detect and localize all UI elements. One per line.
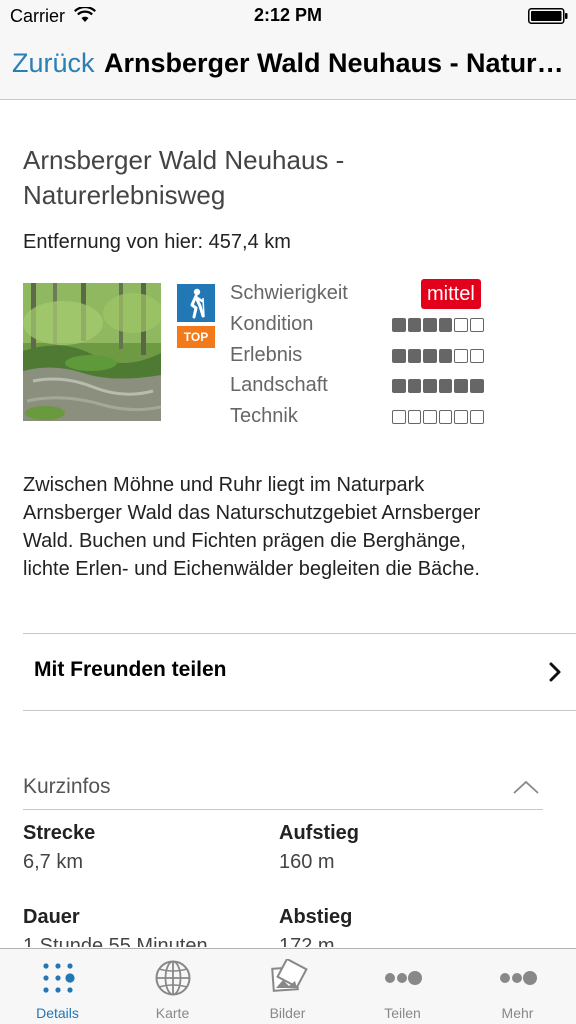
abstieg-value: 172 m: [279, 935, 335, 947]
difficulty-label: Schwierigkeit: [230, 282, 348, 304]
strecke-label: Strecke: [23, 822, 96, 844]
hiker-icon: [177, 284, 215, 322]
meter-segment: [407, 349, 422, 363]
meter-segment: [469, 410, 484, 424]
status-time: 2:12 PM: [253, 5, 323, 25]
meter-segment: [392, 379, 406, 393]
tab-bar: Details Karte Bilder Teilen Mehr: [0, 948, 576, 1024]
kurzinfos-title: Kurzinfos: [23, 775, 111, 798]
abstieg-label: Abstieg: [279, 906, 353, 928]
status-bar: Carrier 2:12 PM: [0, 0, 576, 32]
tab-label: Details: [36, 1005, 79, 1021]
more-dots-icon: [500, 971, 537, 985]
meter-segment: [454, 349, 468, 363]
difficulty-badge: mittel: [421, 279, 481, 309]
meter-segment: [438, 410, 453, 424]
meter-segment: [423, 379, 437, 393]
rating-label-kondition: Kondition: [230, 313, 314, 335]
meter-segment: [454, 379, 468, 393]
description-line: Zwischen Möhne und Ruhr liegt im Naturpa…: [23, 474, 425, 496]
rating-meter-landschaft: [392, 379, 484, 393]
tour-description: Zwischen Möhne und Ruhr liegt im Naturpa…: [23, 471, 553, 583]
meter-segment: [392, 318, 406, 332]
meter-segment: [423, 318, 437, 332]
rating-label-technik: Technik: [230, 405, 298, 427]
aufstieg-value: 160 m: [279, 851, 335, 873]
meter-segment: [407, 410, 422, 424]
tab-label: Teilen: [384, 1005, 421, 1021]
top-badge: TOP: [177, 326, 215, 348]
description-line: Arnsberger Wald das Naturschutzgebiet Ar…: [23, 502, 481, 524]
dots-grid-icon: [43, 963, 75, 993]
meter-segment: [392, 410, 406, 424]
forest-stream-photo: [23, 283, 161, 421]
nav-title: Arnsberger Wald Neuhaus - Naturer...: [104, 48, 566, 78]
strecke-value: 6,7 km: [23, 851, 84, 873]
tab-karte[interactable]: Karte: [115, 949, 230, 1024]
globe-icon: [155, 960, 191, 996]
meter-segment: [469, 349, 484, 363]
dauer-label: Dauer: [23, 906, 80, 928]
tab-bilder[interactable]: Bilder: [230, 949, 345, 1024]
divider: [23, 809, 543, 810]
rating-meter-technik: [392, 410, 484, 424]
rating-label-erlebnis: Erlebnis: [230, 344, 303, 366]
description-line: Wald. Buchen und Fichten prägen die Berg…: [23, 530, 466, 552]
dauer-value: 1 Stunde 55 Minuten: [23, 935, 208, 947]
tour-details-content[interactable]: Arnsberger Wald Neuhaus - Naturerlebnisw…: [0, 101, 576, 947]
tab-details[interactable]: Details: [0, 949, 115, 1024]
share-label: Mit Freunden teilen: [34, 658, 227, 681]
back-button[interactable]: Zurück: [12, 48, 95, 79]
navigation-bar: Zurück Arnsberger Wald Neuhaus - Naturer…: [0, 32, 576, 100]
meter-segment: [407, 379, 422, 393]
tab-label: Mehr: [501, 1005, 534, 1021]
meter-segment: [423, 410, 437, 424]
chevron-right-icon: [549, 662, 561, 682]
meter-segment: [438, 318, 453, 332]
tab-mehr[interactable]: Mehr: [460, 949, 575, 1024]
meter-segment: [454, 318, 468, 332]
battery-icon: [528, 8, 568, 24]
distance-text: Entfernung von hier: 457,4 km: [23, 231, 291, 253]
rating-meter-erlebnis: [392, 349, 484, 363]
tab-teilen[interactable]: Teilen: [345, 949, 460, 1024]
meter-segment: [407, 318, 422, 332]
photos-icon: [271, 959, 308, 992]
share-dots-icon: [385, 971, 422, 985]
tour-title: Arnsberger Wald Neuhaus - Naturerlebnisw…: [23, 143, 403, 213]
meter-segment: [438, 379, 453, 393]
tab-label: Karte: [155, 1005, 190, 1021]
meter-segment: [438, 349, 453, 363]
meter-segment: [469, 318, 484, 332]
meter-segment: [392, 349, 406, 363]
meter-segment: [423, 349, 437, 363]
share-with-friends-row[interactable]: Mit Freunden teilen: [23, 633, 576, 711]
tour-title-line-1: Arnsberger Wald Neuhaus -: [23, 145, 345, 175]
meter-segment: [469, 379, 484, 393]
meter-segment: [454, 410, 468, 424]
tour-title-line-2: Naturerlebnisweg: [23, 180, 226, 210]
description-line: lichte Erlen- und Eichenwälder begleiten…: [23, 558, 480, 580]
rating-label-landschaft: Landschaft: [230, 374, 328, 396]
aufstieg-label: Aufstieg: [279, 822, 359, 844]
chevron-up-icon[interactable]: [513, 780, 539, 794]
tour-photo[interactable]: [23, 283, 161, 421]
tab-label: Bilder: [269, 1005, 306, 1021]
rating-meter-kondition: [392, 318, 484, 332]
